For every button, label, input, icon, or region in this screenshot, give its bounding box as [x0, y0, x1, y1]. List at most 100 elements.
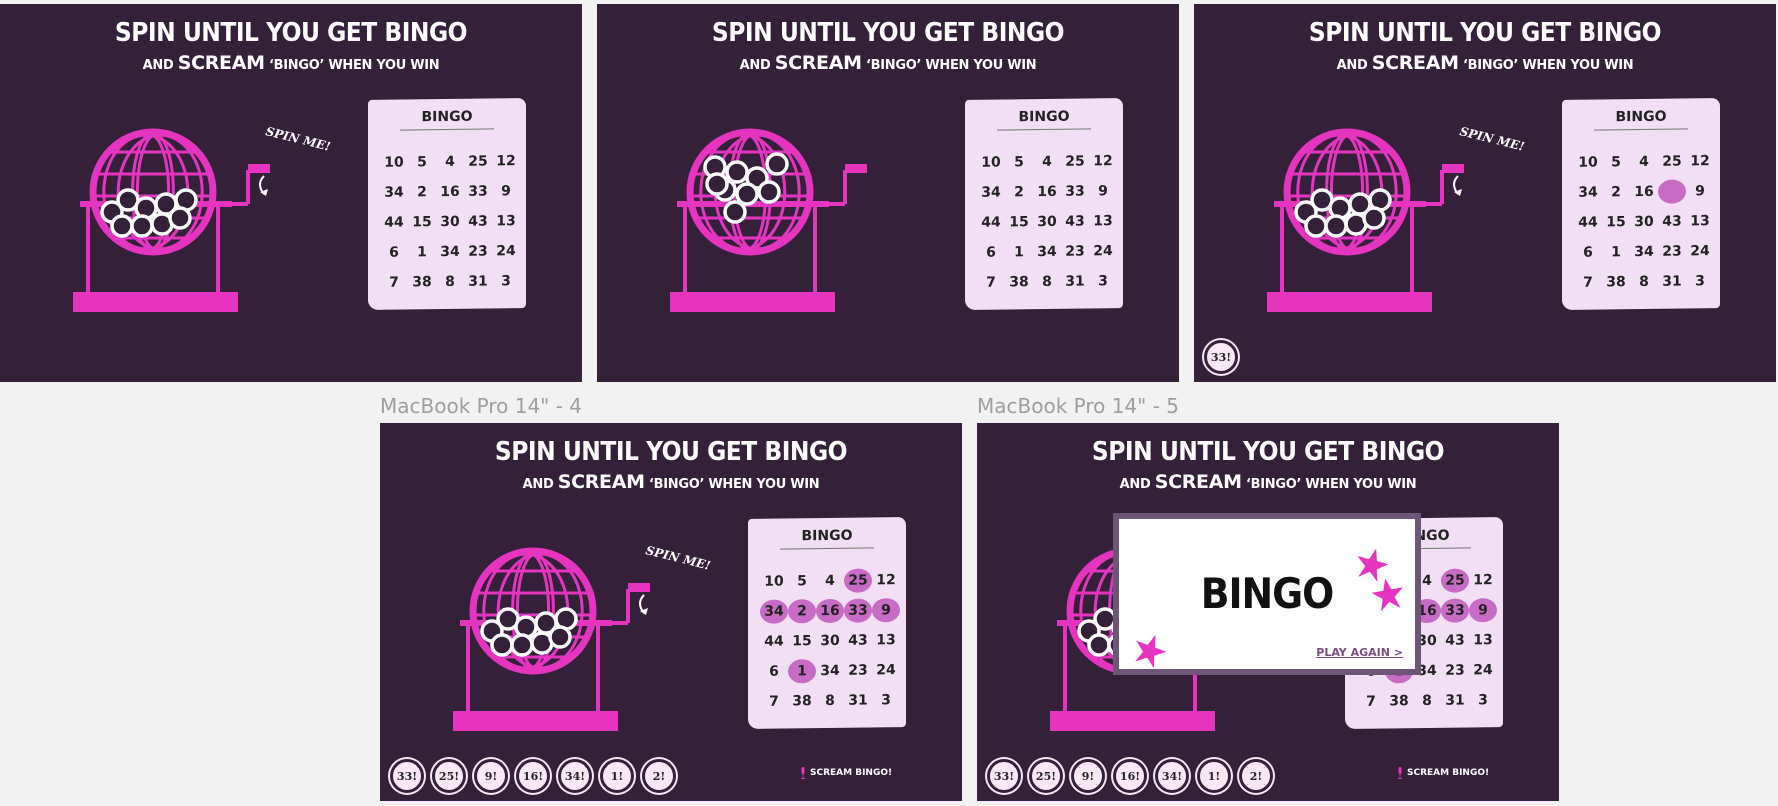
card-cell[interactable]: 13 [492, 209, 520, 233]
card-cell[interactable]: 7 [1574, 270, 1602, 294]
card-cell[interactable]: 12 [1469, 568, 1497, 592]
bingo-cage[interactable] [665, 112, 895, 312]
card-cell[interactable]: 44 [977, 210, 1005, 234]
card-cell[interactable]: 2 [408, 180, 436, 204]
card-cell[interactable]: 5 [1005, 150, 1033, 174]
card-cell[interactable]: 5 [1602, 150, 1630, 174]
card-cell[interactable]: 9 [1686, 179, 1714, 203]
card-cell[interactable]: 3 [872, 688, 900, 712]
card-cell[interactable]: 4 [1630, 150, 1658, 174]
card-cell[interactable]: 1 [1602, 240, 1630, 264]
card-cell[interactable]: 10 [760, 569, 788, 593]
card-cell[interactable]: 34 [1574, 180, 1602, 204]
bingo-cage-icon[interactable] [68, 112, 298, 312]
card-cell[interactable]: 5 [408, 150, 436, 174]
card-cell[interactable]: 34 [1033, 240, 1061, 264]
card-cell[interactable]: 43 [1061, 209, 1089, 233]
card-cell[interactable]: 38 [1385, 689, 1413, 713]
card-cell[interactable]: 25 [464, 149, 492, 173]
card-cell[interactable]: 6 [760, 659, 788, 683]
card-cell[interactable]: 30 [1630, 210, 1658, 234]
card-cell[interactable]: 44 [380, 210, 408, 234]
play-again-link[interactable]: PLAY AGAIN > [1316, 646, 1403, 659]
card-cell[interactable]: 8 [1413, 689, 1441, 713]
card-cell[interactable]: 33 [844, 598, 872, 623]
card-cell[interactable]: 9 [1089, 179, 1117, 203]
card-cell[interactable]: 33 [1441, 598, 1469, 623]
card-cell[interactable]: 24 [492, 239, 520, 263]
bingo-cage[interactable] [448, 531, 678, 731]
card-cell[interactable]: 43 [1441, 628, 1469, 652]
card-cell[interactable]: 10 [1574, 150, 1602, 174]
card-cell[interactable]: 12 [1089, 149, 1117, 173]
scream-bingo-button[interactable]: SCREAM BINGO! [1397, 767, 1489, 779]
card-cell[interactable]: 12 [872, 568, 900, 592]
card-cell[interactable]: 43 [464, 209, 492, 233]
card-cell[interactable]: 43 [844, 628, 872, 652]
card-cell[interactable]: 38 [408, 270, 436, 294]
card-cell[interactable]: 2 [1005, 180, 1033, 204]
card-cell[interactable]: 16 [1033, 180, 1061, 204]
card-cell[interactable]: 44 [760, 629, 788, 653]
card-cell[interactable]: 7 [1357, 689, 1385, 713]
card-cell[interactable]: 10 [380, 150, 408, 174]
bingo-cage-icon[interactable] [448, 531, 678, 731]
card-cell[interactable]: 2 [1602, 180, 1630, 204]
card-cell[interactable]: 38 [1005, 270, 1033, 294]
card-cell[interactable]: 24 [872, 658, 900, 682]
card-cell[interactable]: 6 [977, 240, 1005, 264]
card-cell[interactable]: 4 [816, 569, 844, 593]
card-cell[interactable]: 23 [464, 239, 492, 263]
card-cell[interactable]: 23 [1441, 658, 1469, 682]
card-cell[interactable]: 25 [1658, 149, 1686, 173]
card-cell[interactable]: 33 [1658, 179, 1686, 204]
card-cell[interactable]: 30 [436, 210, 464, 234]
bingo-cage[interactable] [68, 112, 298, 312]
card-cell[interactable]: 3 [1089, 269, 1117, 293]
card-cell[interactable]: 31 [1061, 269, 1089, 293]
card-cell[interactable]: 8 [1630, 270, 1658, 294]
card-cell[interactable]: 38 [1602, 270, 1630, 294]
card-cell[interactable]: 31 [844, 688, 872, 712]
card-cell[interactable]: 34 [1630, 240, 1658, 264]
card-cell[interactable]: 8 [436, 270, 464, 294]
card-cell[interactable]: 12 [1686, 149, 1714, 173]
scream-bingo-button[interactable]: SCREAM BINGO! [800, 767, 892, 779]
card-cell[interactable]: 5 [788, 569, 816, 593]
card-cell[interactable]: 24 [1089, 239, 1117, 263]
card-cell[interactable]: 2 [788, 599, 816, 624]
card-cell[interactable]: 25 [1061, 149, 1089, 173]
card-cell[interactable]: 6 [380, 240, 408, 264]
card-cell[interactable]: 34 [436, 240, 464, 264]
bingo-cage-icon[interactable] [665, 112, 895, 312]
card-cell[interactable]: 30 [816, 629, 844, 653]
card-cell[interactable]: 16 [1630, 180, 1658, 204]
card-cell[interactable]: 7 [380, 270, 408, 294]
card-cell[interactable]: 4 [436, 150, 464, 174]
card-cell[interactable]: 15 [788, 629, 816, 653]
card-cell[interactable]: 34 [380, 180, 408, 204]
card-cell[interactable]: 15 [408, 210, 436, 234]
bingo-cage[interactable] [1262, 112, 1492, 312]
card-cell[interactable]: 1 [408, 240, 436, 264]
card-cell[interactable]: 23 [844, 658, 872, 682]
card-cell[interactable]: 31 [464, 269, 492, 293]
card-cell[interactable]: 13 [1686, 209, 1714, 233]
card-cell[interactable]: 31 [1441, 688, 1469, 712]
card-cell[interactable]: 7 [760, 689, 788, 713]
card-cell[interactable]: 15 [1602, 210, 1630, 234]
card-cell[interactable]: 24 [1686, 239, 1714, 263]
card-cell[interactable]: 34 [977, 180, 1005, 204]
card-cell[interactable]: 23 [1658, 239, 1686, 263]
card-cell[interactable]: 10 [977, 150, 1005, 174]
card-cell[interactable]: 24 [1469, 658, 1497, 682]
card-cell[interactable]: 3 [1686, 269, 1714, 293]
card-cell[interactable]: 6 [1574, 240, 1602, 264]
card-cell[interactable]: 4 [1033, 150, 1061, 174]
card-cell[interactable]: 8 [816, 689, 844, 713]
card-cell[interactable]: 33 [1061, 179, 1089, 203]
card-cell[interactable]: 23 [1061, 239, 1089, 263]
card-cell[interactable]: 1 [788, 659, 816, 684]
card-cell[interactable]: 15 [1005, 210, 1033, 234]
card-cell[interactable]: 25 [844, 568, 872, 593]
